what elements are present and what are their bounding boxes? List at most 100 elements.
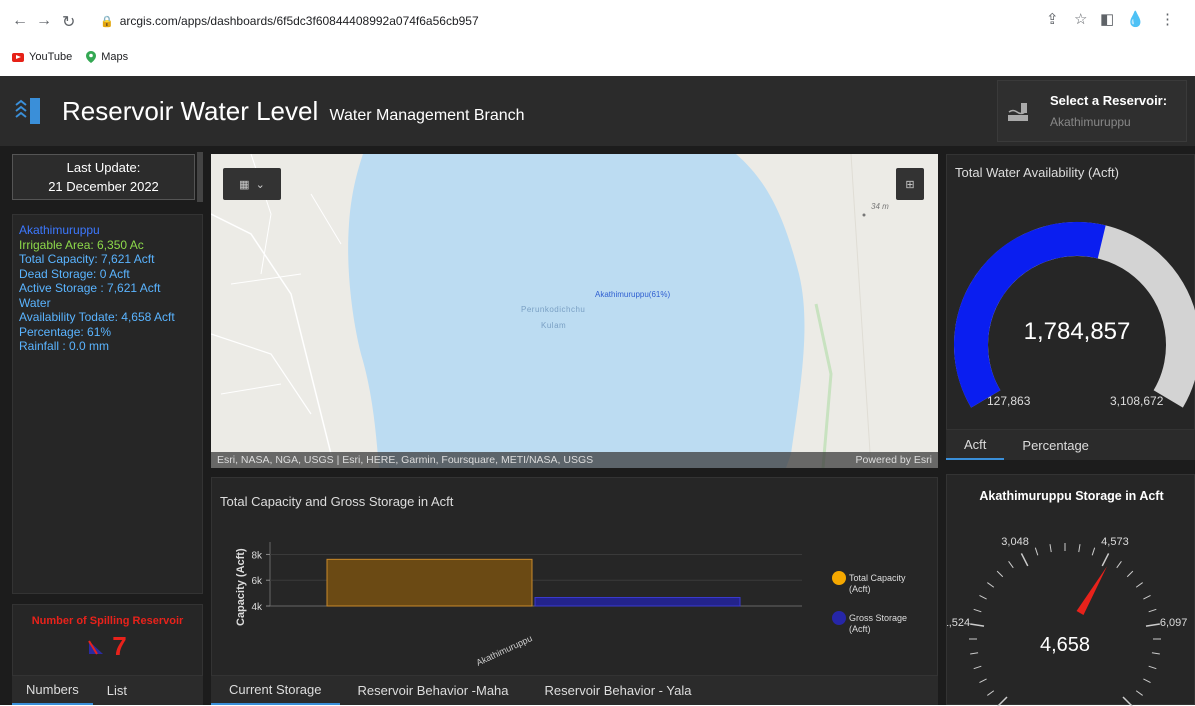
- gauge-tick: [973, 665, 982, 670]
- gauge-tick: [979, 678, 987, 684]
- selector-label: Select a Reservoir:: [1050, 93, 1168, 108]
- y-axis-label: Capacity (Acft): [235, 548, 247, 626]
- y-tick-label: 4k: [251, 602, 263, 613]
- gauge-tick: [1143, 678, 1151, 684]
- tab-current-storage[interactable]: Current Storage: [211, 676, 340, 705]
- gauge-tick: [1148, 665, 1157, 670]
- tab-behavior-maha[interactable]: Reservoir Behavior -Maha: [340, 676, 527, 705]
- storage-gauge-value: 4,658: [1040, 634, 1090, 656]
- back-icon[interactable]: ←: [12, 12, 28, 30]
- bar-chart: Capacity (Acft) 8k 6k 4k Akathimuruppu Tota…: [235, 542, 907, 668]
- spilling-label: Number of Spilling Reservoir: [31, 615, 184, 627]
- powered-by-link[interactable]: Powered by Esri: [856, 454, 932, 466]
- spilling-count: 7: [112, 631, 127, 661]
- x-tick-label: Akathimuruppu: [475, 633, 534, 668]
- bar-total-capacity[interactable]: [326, 558, 533, 607]
- address-bar[interactable]: 🔒 arcgis.com/apps/dashboards/6f5dc3f6084…: [100, 8, 500, 34]
- extension-drop-icon[interactable]: 💧: [1126, 10, 1145, 28]
- gauge-tick-label: 3,048: [1001, 536, 1029, 548]
- legend-swatch: [832, 571, 846, 585]
- spill-icon: [88, 639, 104, 655]
- page-subtitle: Water Management Branch: [329, 107, 525, 124]
- gauge-min: 127,863: [987, 394, 1031, 408]
- availability-gauge: 1,784,857 127,863 3,108,672: [954, 222, 1195, 408]
- browser-toolbar: ← → ↻ 🔒 arcgis.com/apps/dashboards/6f5dc…: [0, 0, 1195, 44]
- left-tabs: Numbers List: [12, 676, 203, 705]
- tab-acft[interactable]: Acft: [946, 430, 1005, 460]
- storage-gauge-panel: Akathimuruppu Storage in Acft 01,5243,04…: [946, 474, 1195, 706]
- forward-icon[interactable]: →: [36, 12, 52, 30]
- detail-line: Percentage: 61%: [19, 324, 112, 339]
- basemap-toggle-button[interactable]: ▦ ⌄: [223, 168, 281, 200]
- bookmark-youtube[interactable]: YouTube: [12, 51, 72, 63]
- gauge-tick: [979, 594, 987, 600]
- gauge-tick: [1008, 561, 1014, 569]
- gauge-tick: [1049, 544, 1052, 553]
- tab-percentage[interactable]: Percentage: [1004, 430, 1107, 460]
- gauge-tabs: Acft Percentage: [946, 430, 1195, 460]
- elevation-label: 34 m: [871, 202, 889, 211]
- map-attribution: Esri, NASA, NGA, USGS | Esri, HERE, Garm…: [211, 452, 938, 468]
- lock-icon: 🔒: [100, 15, 114, 28]
- dashboard-header: Reservoir Water Level Water Management B…: [0, 76, 1195, 146]
- reservoir-selector[interactable]: Select a Reservoir: Akathimuruppu: [997, 80, 1187, 142]
- gauge-tick: [987, 582, 995, 588]
- detail-line: Water: [19, 295, 51, 310]
- reservoir-icon: [1008, 103, 1028, 121]
- detail-line: Total Capacity: 7,621 Acft: [19, 252, 155, 266]
- spilling-count-row: 7: [13, 631, 202, 662]
- share-icon[interactable]: ⇪: [1046, 10, 1059, 28]
- gauge-tick-label: 4,573: [1101, 536, 1129, 548]
- legend-swatch: [832, 611, 846, 625]
- legend-label[interactable]: Total Capacity: [849, 573, 906, 583]
- gauge-tick: [1151, 652, 1160, 655]
- y-tick-label: 6k: [251, 576, 263, 587]
- reservoir-name: Akathimuruppu: [19, 223, 100, 237]
- spilling-reservoir-indicator: Number of Spilling Reservoir 7: [12, 604, 203, 676]
- sidepanel-icon[interactable]: ◧: [1100, 10, 1114, 28]
- detail-line: Active Storage : 7,621 Acft: [19, 281, 161, 295]
- legend-label-unit: (Acft): [849, 584, 871, 594]
- reservoir-map[interactable]: ▦ ⌄ ⊞ Akathimuruppu(61%) Perunkodichchu …: [211, 154, 938, 468]
- y-tick-label: 8k: [251, 550, 263, 561]
- gauge-tick: [973, 608, 982, 613]
- gauge-tick: [1091, 547, 1096, 556]
- tab-numbers[interactable]: Numbers: [12, 676, 93, 705]
- irrigable-area: Irrigable Area: 6,350 Ac: [19, 237, 144, 252]
- menu-dots-icon[interactable]: ⋮: [1160, 10, 1175, 28]
- gauge-tick: [987, 690, 995, 696]
- gauge-tick: [970, 623, 985, 627]
- gauge-value: 1,784,857: [1024, 318, 1131, 345]
- gauge-tick: [1135, 582, 1143, 588]
- reservoir-details: Akathimuruppu Irrigable Area: 6,350 Ac T…: [12, 214, 203, 594]
- bookmark-star-icon[interactable]: ☆: [1074, 10, 1087, 28]
- selector-value: Akathimuruppu: [1050, 115, 1131, 129]
- tab-behavior-yala[interactable]: Reservoir Behavior - Yala: [527, 676, 710, 705]
- gauge-tick-label: 6,097: [1160, 617, 1188, 629]
- last-update-box: Last Update: 21 December 2022: [12, 154, 195, 200]
- reload-icon[interactable]: ↻: [62, 12, 75, 32]
- gauge-tick: [970, 652, 979, 655]
- availability-gauge-panel: Total Water Availability (Acft) 1,784,85…: [946, 154, 1195, 430]
- gauge-max: 3,108,672: [1110, 394, 1164, 408]
- bookmark-maps[interactable]: Maps: [86, 51, 128, 63]
- gauge-tick: [996, 570, 1004, 578]
- scrollbar[interactable]: [197, 152, 203, 202]
- maps-pin-icon: [86, 51, 97, 63]
- gauge-tick: [1116, 561, 1122, 569]
- capacity-chart-panel: Total Capacity and Gross Storage in Acft…: [211, 477, 938, 676]
- bar-gross-storage[interactable]: [534, 597, 741, 607]
- storage-gauge: 01,5243,0484,5736,0977,621 4,658: [947, 536, 1188, 706]
- grid-view-icon[interactable]: ⊞: [896, 168, 924, 200]
- detail-line: Rainfall : 0.0 mm: [19, 339, 110, 353]
- last-update-label: Last Update:: [66, 160, 141, 175]
- dashboard: Reservoir Water Level Water Management B…: [0, 76, 1195, 706]
- gauge-tick: [1078, 544, 1081, 553]
- gauge-needle: [1076, 566, 1108, 616]
- detail-line: Dead Storage: 0 Acft: [19, 266, 130, 281]
- tab-list[interactable]: List: [93, 676, 141, 705]
- youtube-icon: [12, 52, 24, 62]
- legend-label-unit: (Acft): [849, 624, 871, 634]
- legend-label[interactable]: Gross Storage: [849, 613, 907, 623]
- page-title: Reservoir Water Level Water Management B…: [62, 96, 525, 126]
